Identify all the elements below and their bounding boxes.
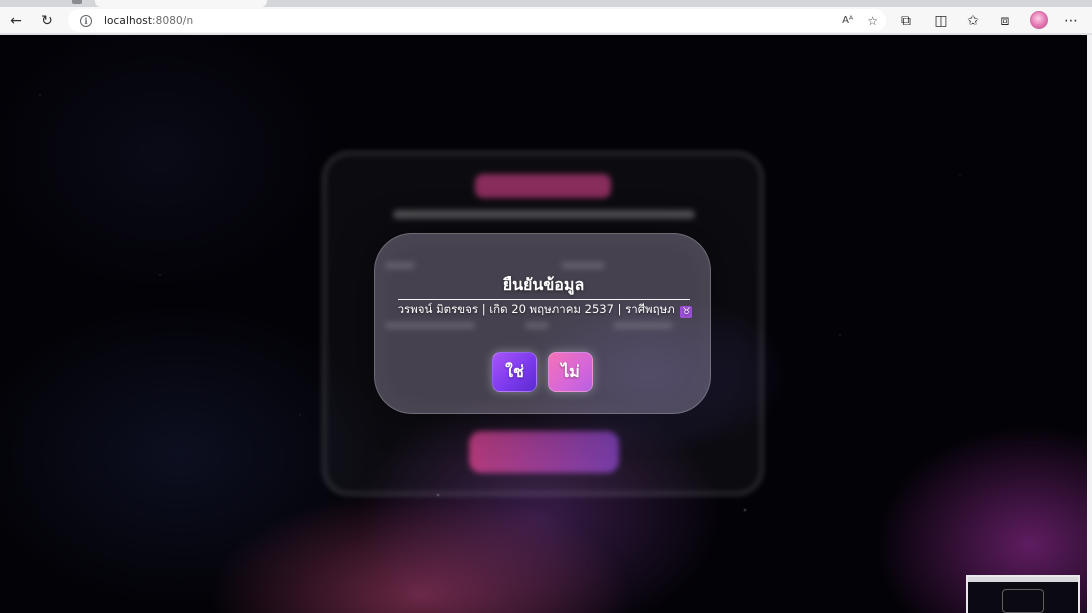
- inactive-tab-edge[interactable]: [72, 0, 82, 4]
- browser-toolbar: ← ↻ i localhost:8080/n Aᴬ ☆ ⧉ ◫ ✩ ⧈ ⋯: [0, 7, 1092, 34]
- favorite-star-icon[interactable]: ☆: [867, 14, 878, 28]
- dialog-divider: [398, 299, 690, 300]
- url-host: localhost: [104, 14, 153, 27]
- yes-button[interactable]: ใช่: [492, 352, 537, 392]
- dialog-info: วรพจน์ มิตรขจร | เกิด 20 พฤษภาคม 2537 | …: [395, 301, 695, 319]
- split-screen-icon[interactable]: ◫: [930, 10, 952, 32]
- blurred-form-subtitle: [393, 210, 695, 219]
- window-edge: [1087, 35, 1092, 613]
- screen-thumbnail-preview[interactable]: [966, 575, 1080, 613]
- address-bar[interactable]: i localhost:8080/n Aᴬ ☆: [68, 9, 886, 32]
- more-menu-icon[interactable]: ⋯: [1060, 10, 1082, 32]
- extensions-icon[interactable]: ⧉: [895, 10, 917, 32]
- info-icon[interactable]: i: [80, 14, 92, 27]
- address-bar-actions: Aᴬ ☆: [842, 9, 878, 32]
- taurus-icon: ♉: [680, 306, 693, 318]
- dialog-title: ยืนยันข้อมูล: [502, 275, 585, 294]
- tab-strip: [0, 0, 1092, 7]
- reload-icon[interactable]: ↻: [36, 10, 58, 32]
- no-button[interactable]: ไม่: [548, 352, 593, 392]
- back-icon[interactable]: ←: [5, 10, 27, 32]
- confirm-dialog: ยืนยันข้อมูล วรพจน์ มิตรขจร | เกิด 20 พฤ…: [374, 233, 711, 414]
- thumbnail-toolbar: [968, 577, 1078, 582]
- url-text[interactable]: localhost:8080/n: [104, 15, 193, 27]
- thumbnail-card: [1002, 589, 1044, 613]
- favorites-icon[interactable]: ✩: [962, 10, 984, 32]
- page-viewport: ยืนยันข้อมูล วรพจน์ มิตรขจร | เกิด 20 พฤ…: [0, 35, 1087, 613]
- url-path: :8080/n: [152, 14, 194, 27]
- active-tab[interactable]: [95, 0, 267, 7]
- blurred-form-title: [475, 174, 611, 198]
- blurred-submit-button: [469, 431, 619, 473]
- read-aloud-icon[interactable]: Aᴬ: [842, 15, 853, 26]
- collections-icon[interactable]: ⧈: [994, 10, 1016, 32]
- profile-avatar[interactable]: [1030, 11, 1048, 29]
- dialog-info-text: วรพจน์ มิตรขจร | เกิด 20 พฤษภาคม 2537 | …: [397, 302, 675, 316]
